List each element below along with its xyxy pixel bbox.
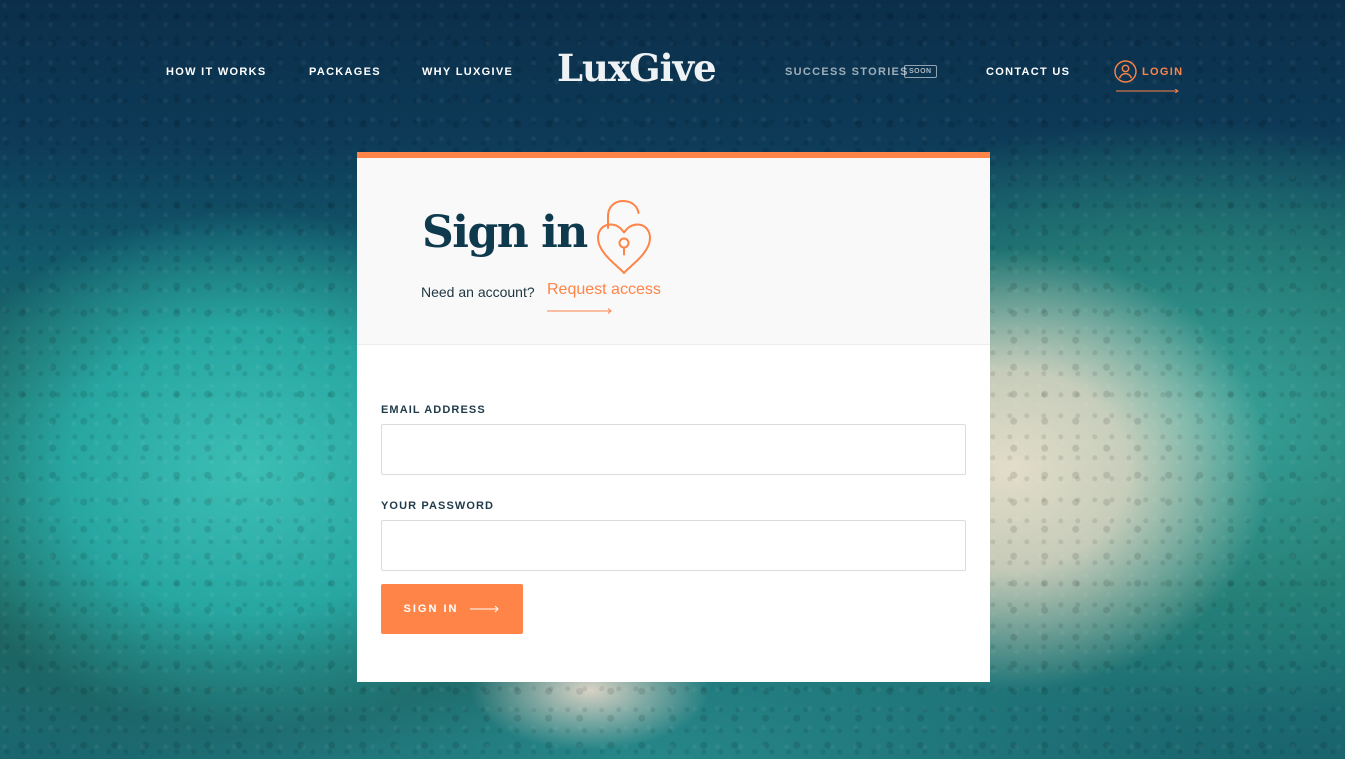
page-title: Sign in — [422, 207, 588, 258]
login-label: LOGIN — [1142, 65, 1184, 78]
top-navigation: HOW IT WORKS PACKAGES WHY LUXGIVE LuxGiv… — [0, 0, 1345, 140]
user-circle-icon — [1114, 60, 1137, 83]
arrow-right-icon — [470, 605, 500, 613]
nav-how-it-works[interactable]: HOW IT WORKS — [166, 66, 267, 78]
password-field[interactable] — [381, 520, 966, 571]
nav-why-luxgive[interactable]: WHY LUXGIVE — [422, 66, 513, 78]
login-link[interactable]: LOGIN — [1114, 60, 1183, 83]
long-arrow-right-icon — [547, 308, 612, 314]
password-label: YOUR PASSWORD — [381, 500, 495, 512]
sign-in-button-label: SIGN IN — [403, 603, 459, 615]
sign-in-button[interactable]: SIGN IN — [381, 584, 523, 634]
luxgive-logo[interactable]: LuxGive — [557, 46, 717, 90]
need-account-text: Need an account? — [421, 284, 535, 300]
heart-lock-icon — [595, 198, 653, 281]
login-underline-arrow-icon — [1116, 89, 1179, 93]
signin-card: Sign in Need an account? Request access … — [357, 152, 990, 682]
nav-contact-us[interactable]: CONTACT US — [986, 66, 1070, 78]
nav-packages[interactable]: PACKAGES — [309, 66, 381, 78]
nav-success-stories[interactable]: SUCCESS STORIES — [785, 66, 909, 78]
email-label: EMAIL ADDRESS — [381, 404, 486, 416]
soon-badge: SOON — [904, 65, 937, 78]
email-field[interactable] — [381, 424, 966, 475]
request-access-link[interactable]: Request access — [547, 281, 661, 299]
signin-card-header: Sign in Need an account? Request access — [357, 158, 990, 345]
